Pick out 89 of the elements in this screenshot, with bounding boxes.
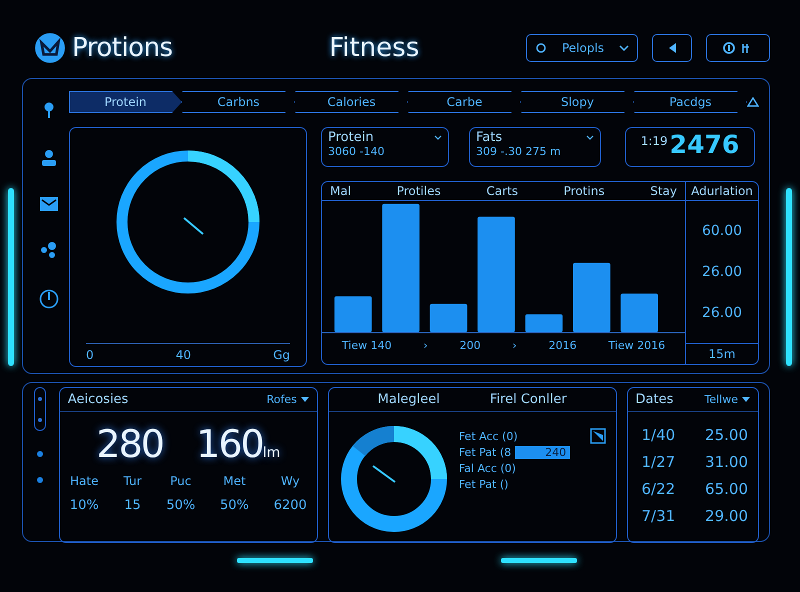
bar [573,262,610,332]
column-header: Carts [486,184,518,198]
metric-card[interactable]: Fats 309 -.30 275 m [469,127,601,167]
card-title: Aeicosies [68,392,128,407]
indicator-dot [36,451,43,457]
bar [430,304,468,332]
mail-icon[interactable] [40,197,58,211]
stat-label: Puc [170,474,192,488]
card-title: Malegleel [378,392,440,407]
table-cell: 1/40 [642,426,676,444]
column-header: Mal [330,184,352,198]
chevron-icon [586,134,594,140]
axis-label: Gg [273,348,290,362]
legend-label: Fet Pat () [458,478,508,491]
stat-value: 50% [220,498,249,513]
metric-value: 309 -.30 275 m [476,145,562,158]
step-tab[interactable]: Carbns [182,91,295,113]
legend-label: Fet Acc (0) [458,430,518,443]
caret-icon [618,45,629,51]
table-cell: 26.00 [702,264,742,280]
table-cell: 25.00 [705,426,748,444]
metric-card[interactable]: Protein 3060 -140 [321,127,449,167]
triangle-left-icon [667,42,677,54]
table-cell: 6/22 [642,480,676,498]
metric-title: Fats [476,130,502,145]
step-tab[interactable]: Calories [295,91,408,113]
bar [334,296,372,332]
app-name: Protions [72,33,173,63]
back-button[interactable] [652,34,692,62]
legend-label: Fet Pat (8 [458,446,512,459]
big-number: 160lm [196,422,280,466]
stat-label: Met [223,474,246,488]
value-bar: 240 [515,446,570,459]
filter-dropdown[interactable]: Rofes [266,393,309,406]
axis-label: 0 [86,348,94,362]
step-tab[interactable]: Pacdgs [634,91,747,113]
caret-icon [742,396,750,402]
axis-label: 2016 [548,339,577,352]
axis-label: 200 [460,339,481,352]
expand-icon[interactable] [590,428,606,444]
metric-value: 3060 -140 [328,145,386,158]
table-cell: 1/27 [642,453,676,471]
table-cell: 26.00 [702,304,742,321]
pin-icon [42,101,56,119]
bar [525,314,563,332]
table-cell: 60.00 [702,223,742,240]
axis-label: Tiew 140 [342,339,392,352]
card-title: Firel Conller [490,392,567,407]
table-cell: 15m [686,343,758,364]
stat-value: 15 [124,498,141,513]
stat-label: Tur [123,474,142,488]
toggle-pill[interactable] [34,387,46,431]
stat-value: 50% [166,498,196,513]
counter-value: 2476 [670,132,740,157]
stat-label: Wy [280,474,300,488]
axis-label: Tiew 2016 [608,339,666,352]
metric-title: Protein [328,130,374,145]
table-cell: 29.00 [705,507,748,525]
step-tab[interactable]: Slopy [521,91,634,113]
big-number: 280 [96,422,163,466]
power-icon[interactable] [39,289,59,309]
table-cell: 65.00 [705,480,748,498]
logo-icon [34,32,66,64]
info-button[interactable] [706,34,770,62]
chevron-icon [434,134,442,140]
table-cell: 7/31 [642,507,676,525]
table-cell: 31.00 [705,453,748,471]
profile-dropdown[interactable]: Pelopls [526,34,638,62]
filter-dropdown[interactable]: Tellwe [704,393,750,406]
stat-value: 10% [70,498,99,513]
stat-label: Hate [70,474,98,488]
card-title: Dates [636,392,674,407]
bar [620,294,658,332]
column-header: Adurlation [686,182,758,201]
page-title: Fitness [329,33,420,63]
column-header: Protins [564,184,605,198]
axis-label: › [512,339,517,352]
step-tab[interactable]: Protein [69,91,182,113]
warning-icon [747,97,759,107]
column-header: Stay [650,184,677,198]
step-tab[interactable]: Carbe [408,91,521,113]
stat-value: 6200 [274,498,307,513]
indicator-dot [36,477,43,483]
axis-label: › [423,339,428,352]
legend-label: Fal Acc (0) [458,462,516,475]
caret-icon [300,396,309,402]
counter-prefix: 1:19 [640,133,668,148]
column-header: Protiles [396,184,441,198]
axis-label: 40 [176,348,191,362]
